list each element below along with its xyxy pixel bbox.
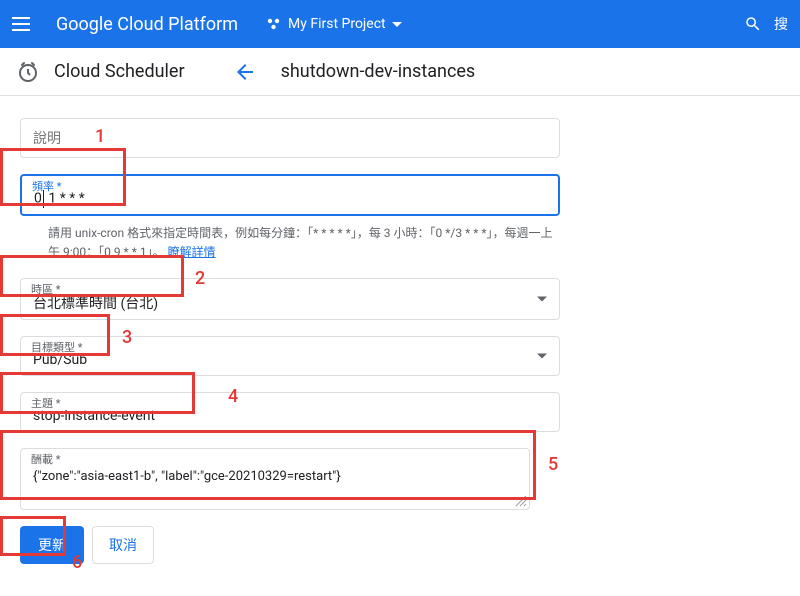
frequency-field[interactable]: 頻率 * 0 1 * * * — [20, 174, 560, 216]
chevron-down-icon — [392, 22, 402, 27]
topic-field[interactable]: 主題 * stop-instance-event — [20, 392, 560, 432]
target-type-label: 目標類型 * — [31, 339, 82, 355]
form-area: 說明 頻率 * 0 1 * * * 請用 unix-cron 格式來指定時間表，… — [0, 96, 800, 586]
description-placeholder: 說明 — [33, 128, 61, 148]
search-icon[interactable] — [744, 15, 762, 33]
sub-header: Cloud Scheduler shutdown-dev-instances — [0, 48, 800, 96]
product-title: Cloud Scheduler — [54, 61, 185, 82]
payload-field[interactable]: 酬載 * {"zone":"asia-east1-b", "label":"gc… — [20, 448, 530, 510]
topic-value: stop-instance-event — [33, 408, 547, 424]
frequency-label: 頻率 * — [32, 178, 61, 194]
payload-value: {"zone":"asia-east1-b", "label":"gce-202… — [33, 469, 517, 484]
payload-label: 酬載 * — [31, 451, 60, 467]
timezone-value: 台北標準時間 (台北) — [33, 293, 547, 313]
search-label: 搜 — [774, 14, 788, 34]
cancel-button[interactable]: 取消 — [92, 526, 154, 564]
clock-icon — [16, 60, 40, 84]
frequency-help-text: 請用 unix-cron 格式來指定時間表，例如每分鐘：「* * * * *」，… — [20, 220, 560, 262]
back-arrow-icon[interactable] — [233, 60, 257, 84]
target-type-field[interactable]: 目標類型 * Pub/Sub — [20, 336, 560, 376]
learn-more-link[interactable]: 瞭解詳情 — [168, 245, 216, 259]
resize-handle-icon[interactable] — [515, 495, 527, 507]
top-app-bar: Google Cloud Platform My First Project 搜 — [0, 0, 800, 48]
button-row: 更新 取消 — [20, 526, 780, 564]
target-type-value: Pub/Sub — [33, 352, 547, 368]
description-field[interactable]: 說明 — [20, 118, 560, 158]
hamburger-menu-icon[interactable] — [12, 12, 36, 36]
project-selector[interactable]: My First Project — [266, 16, 402, 32]
platform-title: Google Cloud Platform — [56, 14, 238, 35]
chevron-down-icon — [537, 354, 547, 359]
topic-label: 主題 * — [31, 395, 60, 411]
timezone-field[interactable]: 時區 * 台北標準時間 (台北) — [20, 278, 560, 320]
frequency-value: 0 1 * * * — [34, 190, 546, 208]
chevron-down-icon — [537, 297, 547, 302]
project-name-label: My First Project — [288, 16, 386, 32]
job-name-title: shutdown-dev-instances — [281, 61, 476, 82]
timezone-label: 時區 * — [31, 281, 60, 297]
update-button[interactable]: 更新 — [20, 526, 84, 564]
